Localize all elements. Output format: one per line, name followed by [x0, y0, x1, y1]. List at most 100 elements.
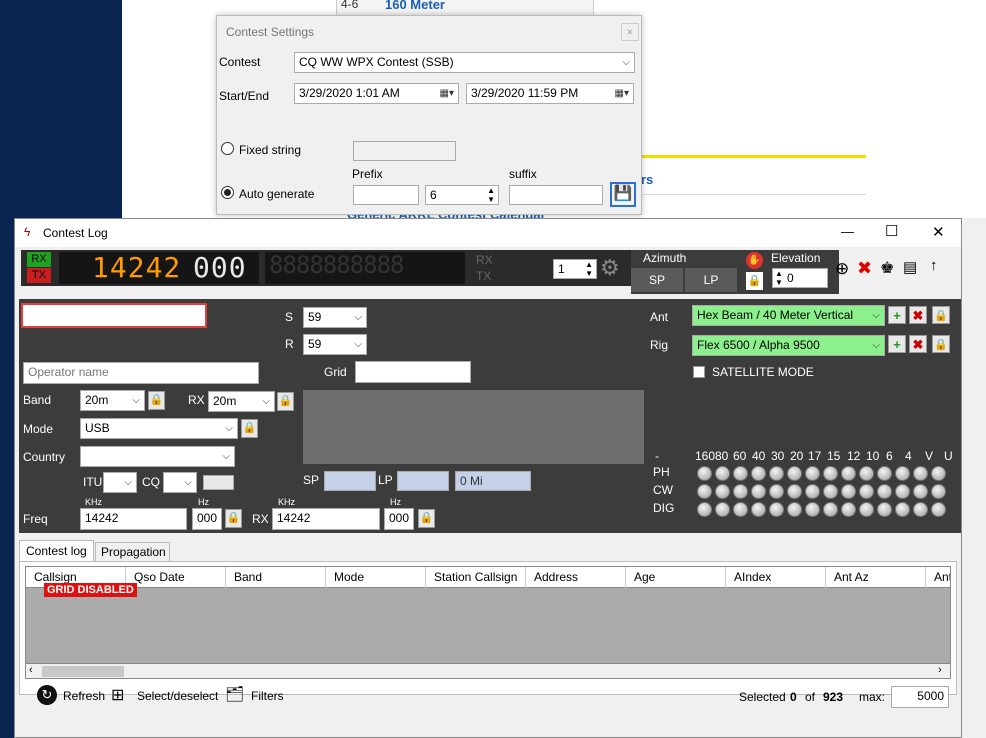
band-mode-led: [787, 466, 802, 481]
band-select[interactable]: 20m ⌵: [80, 390, 145, 411]
frequency-display: 14242 000: [59, 252, 259, 284]
cq-extra-field[interactable]: [203, 475, 234, 490]
tab-contest-log[interactable]: Contest log: [19, 540, 94, 562]
grid-field[interactable]: [355, 361, 471, 383]
chevron-down-icon: ⌵: [124, 477, 132, 488]
vfo-stepper[interactable]: 1 ▲ ▼: [553, 259, 597, 279]
band-header-3: 40: [752, 449, 766, 463]
band-mode-led: [733, 502, 748, 517]
remove-antenna-button[interactable]: ✖: [909, 306, 927, 324]
auto-generate-label: Auto generate: [239, 187, 315, 201]
serial-stepper[interactable]: 6 ▲ ▼: [425, 185, 499, 205]
column-header[interactable]: Age: [626, 567, 726, 588]
rig-lock-icon[interactable]: 🔒: [932, 335, 950, 353]
grid-header: Callsign Qso Date Band Mode Station Callsign…: [26, 567, 950, 588]
callsign-input[interactable]: [21, 303, 207, 328]
remove-rig-button[interactable]: ✖: [909, 335, 927, 353]
operator-name-field[interactable]: Operator name: [23, 362, 259, 384]
rx-freq-hz-field[interactable]: 000: [384, 508, 414, 530]
rx-freq-khz-field[interactable]: 14242: [272, 508, 380, 530]
column-header[interactable]: Station Callsign: [426, 567, 526, 588]
column-header[interactable]: Ant Az: [826, 567, 926, 588]
save-button[interactable]: 💾: [610, 182, 636, 207]
add-antenna-button[interactable]: +: [888, 306, 906, 324]
scroll-thumb[interactable]: [42, 666, 124, 677]
link-fragment[interactable]: rs: [641, 172, 653, 187]
chevron-down-icon: ⌵: [132, 395, 140, 406]
mode-lock-icon[interactable]: 🔒: [241, 419, 258, 438]
horizontal-scrollbar[interactable]: ‹ ›: [25, 663, 951, 679]
freq-khz-field[interactable]: 14242: [80, 508, 187, 530]
elevation-value: 0: [787, 271, 794, 285]
start-datetime-picker[interactable]: 3/29/2020 1:01 AM ▦▾: [294, 83, 459, 104]
chevron-down-icon: ⌵: [184, 477, 192, 488]
spin-icon: ▲ ▼: [487, 186, 495, 204]
footer-toolbar: ↻ Refresh ⊞ Select/deselect 🗂 Filters Se…: [19, 682, 957, 712]
cq-select[interactable]: ⌵: [163, 472, 197, 493]
fixed-string-radio[interactable]: [221, 142, 234, 155]
settings-close-button[interactable]: ×: [621, 23, 639, 41]
freq-hz-field[interactable]: 000: [192, 508, 222, 530]
column-header[interactable]: Band: [226, 567, 326, 588]
refresh-button[interactable]: Refresh: [63, 689, 105, 703]
itu-select[interactable]: ⌵: [103, 472, 137, 493]
lp-button[interactable]: LP: [685, 268, 737, 292]
fixed-string-input[interactable]: [353, 141, 456, 161]
contest-select[interactable]: CQ WW WPX Contest (SSB) ⌵: [294, 52, 635, 73]
freq-lock-icon[interactable]: 🔒: [225, 509, 242, 528]
satellite-checkbox[interactable]: [693, 366, 705, 378]
add-icon[interactable]: ⊕: [835, 259, 849, 279]
crown-icon[interactable]: ♚: [880, 258, 894, 278]
band-mode-led: [769, 466, 784, 481]
add-rig-button[interactable]: +: [888, 335, 906, 353]
band-mode-led: [805, 484, 820, 499]
band-title-text: 160 Meter: [385, 0, 445, 12]
column-header[interactable]: Qso Date: [126, 567, 226, 588]
suffix-input[interactable]: [509, 185, 603, 205]
delete-icon[interactable]: ✖: [857, 258, 872, 279]
column-header[interactable]: Mode: [326, 567, 426, 588]
rx-band-select[interactable]: 20m ⌵: [208, 391, 275, 412]
maximize-button[interactable]: ☐: [885, 222, 898, 240]
secondary-frequency-display: 8888888888: [265, 252, 465, 284]
stop-rotator-icon[interactable]: ✋: [746, 252, 763, 269]
filters-button[interactable]: Filters: [251, 689, 284, 703]
column-header[interactable]: Ant: [926, 567, 950, 588]
chevron-down-icon: ⌵: [354, 339, 362, 350]
auto-generate-radio[interactable]: [221, 186, 234, 199]
browser-right-bg: [866, 0, 986, 218]
antenna-lock-icon[interactable]: 🔒: [932, 306, 950, 324]
column-header[interactable]: Address: [526, 567, 626, 588]
grey-rule: [640, 194, 866, 195]
rx-freq-lock-icon[interactable]: 🔒: [418, 509, 435, 528]
column-header[interactable]: AIndex: [726, 567, 826, 588]
prefix-input[interactable]: [353, 185, 419, 205]
vfo-value: 1: [558, 262, 565, 276]
mode-select[interactable]: USB ⌵: [80, 418, 238, 439]
max-records-field[interactable]: 5000: [891, 686, 949, 708]
rig-select[interactable]: Flex 6500 / Alpha 9500 ⌵: [692, 335, 885, 356]
sp-button[interactable]: SP: [631, 268, 683, 292]
r-report-select[interactable]: 59 ⌵: [303, 334, 367, 355]
band-lock-icon[interactable]: 🔒: [148, 391, 165, 410]
mode-label: Mode: [23, 422, 54, 436]
antenna-select[interactable]: Hex Beam / 40 Meter Vertical ⌵: [692, 305, 885, 326]
scroll-left-icon[interactable]: ‹: [29, 664, 33, 676]
end-datetime-picker[interactable]: 3/29/2020 11:59 PM ▦▾: [466, 83, 634, 104]
country-select[interactable]: ⌵: [80, 446, 235, 467]
band-mode-led: [895, 502, 910, 517]
minimize-button[interactable]: —: [841, 224, 854, 239]
elevation-stepper[interactable]: ▲ ▼ 0: [772, 268, 828, 288]
close-button[interactable]: ✕: [932, 223, 945, 241]
gear-icon[interactable]: ⚙: [600, 255, 620, 281]
rotator-lock-icon[interactable]: 🔒: [746, 272, 763, 290]
band-mode-led: [751, 466, 766, 481]
rx-band-lock-icon[interactable]: 🔒: [277, 392, 294, 411]
arrow-up-icon[interactable]: ↑: [930, 257, 938, 274]
tab-propagation[interactable]: Propagation: [95, 542, 170, 562]
select-deselect-button[interactable]: Select/deselect: [137, 689, 218, 703]
s-report-select[interactable]: 59 ⌵: [303, 307, 367, 328]
band-mode-led: [877, 466, 892, 481]
scroll-right-icon[interactable]: ›: [938, 664, 942, 676]
clipboard-icon[interactable]: ▤: [903, 258, 917, 276]
